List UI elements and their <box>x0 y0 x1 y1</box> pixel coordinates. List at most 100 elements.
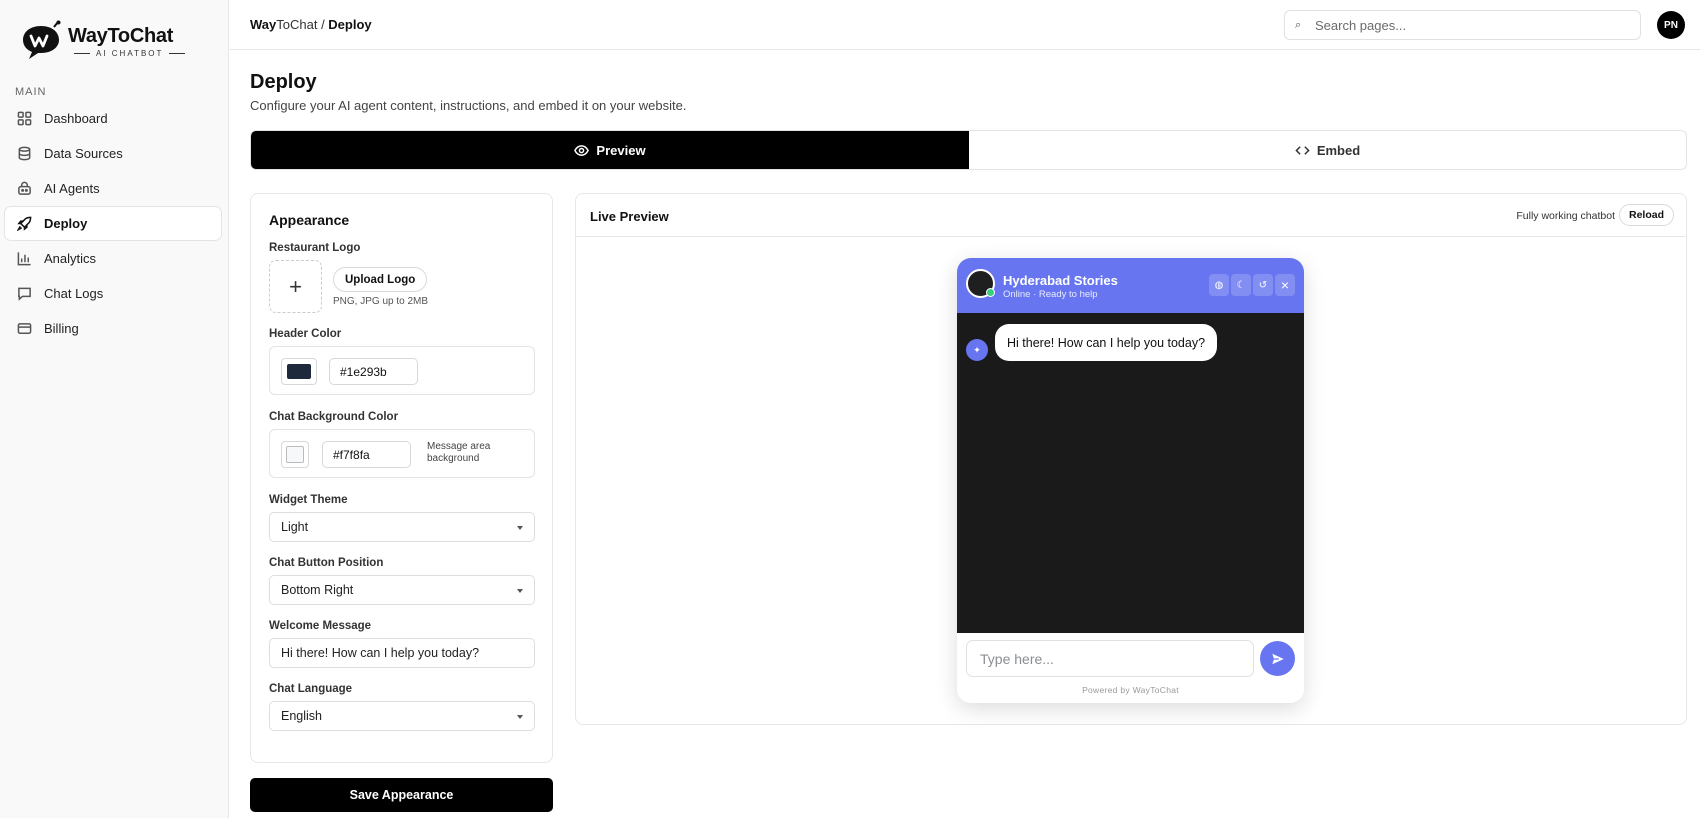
brand-logo[interactable]: WayToChat AI CHATBOT <box>20 20 191 62</box>
widget-message-input[interactable]: Type here... <box>966 640 1254 677</box>
brand-name: WayToChat <box>68 24 174 47</box>
page-title: Deploy <box>250 71 317 93</box>
breadcrumb-root[interactable]: ToChat <box>276 17 317 32</box>
upload-hint: PNG, JPG up to 2MB <box>333 296 429 307</box>
language-select[interactable]: English <box>269 701 535 731</box>
bot-message: Hi there! How can I help you today? <box>995 324 1218 361</box>
sidebar-item-billing[interactable]: Billing <box>4 311 222 346</box>
message-icon <box>18 287 31 301</box>
tab-preview[interactable]: Preview <box>251 131 969 169</box>
position-select[interactable]: Bottom Right <box>269 575 535 605</box>
topbar: WayToChat / Deploy ⌕ PN <box>230 0 1700 50</box>
tab-label: Preview <box>596 142 646 158</box>
brand-tagline: AI CHATBOT <box>96 48 164 58</box>
theme-select[interactable]: Light <box>269 512 535 542</box>
chat-bg-note: Message area background <box>427 441 491 464</box>
welcome-value: Hi there! How can I help you today? <box>281 646 480 660</box>
theme-label: Widget Theme <box>269 494 348 506</box>
header-color-label: Header Color <box>269 328 342 340</box>
grid-icon <box>17 111 32 126</box>
appearance-title: Appearance <box>269 212 350 228</box>
header-color-field: #1e293b <box>269 346 535 395</box>
theme-value: Light <box>281 520 309 534</box>
sidebar: WayToChat AI CHATBOT MAIN Dashboard Data… <box>0 0 229 818</box>
sidebar-item-label: Dashboard <box>44 111 108 126</box>
logo-label: Restaurant Logo <box>269 242 361 254</box>
database-icon <box>18 146 31 161</box>
sidebar-item-deploy[interactable]: Deploy <box>4 206 222 241</box>
sidebar-item-label: Data Sources <box>44 146 123 161</box>
plus-icon: + <box>289 273 302 299</box>
bot-icon <box>18 181 31 195</box>
sidebar-nav: Dashboard Data Sources AI Agents Deploy … <box>4 101 222 346</box>
sidebar-item-label: Billing <box>44 321 79 336</box>
bar-chart-icon <box>17 252 31 266</box>
chat-widget-header: Hyderabad Stories Online · Ready to help… <box>957 258 1304 313</box>
sidebar-item-chat-logs[interactable]: Chat Logs <box>4 276 222 311</box>
breadcrumb-root-bold[interactable]: Way <box>250 17 276 32</box>
moon-icon[interactable]: ☾ <box>1231 274 1251 296</box>
search-input[interactable] <box>1315 17 1615 33</box>
chat-bg-label: Chat Background Color <box>269 411 399 423</box>
send-icon <box>1271 653 1284 664</box>
chat-widget-footer: Type here... Powered by WayToChat <box>957 633 1304 703</box>
logo-dropzone[interactable]: + <box>269 260 322 313</box>
globe-icon[interactable]: ◍ <box>1209 274 1229 296</box>
deploy-tabs: Preview Embed <box>250 130 1687 170</box>
avatar[interactable]: PN <box>1657 11 1685 39</box>
sidebar-item-label: Chat Logs <box>44 286 104 301</box>
live-preview-note: Fully working chatbot <box>1516 210 1615 222</box>
page-subtitle: Configure your AI agent content, instruc… <box>250 98 687 113</box>
chevron-down-icon <box>517 526 523 530</box>
header-color-swatch[interactable] <box>281 358 317 385</box>
appearance-card: Appearance Restaurant Logo + Upload Logo… <box>250 193 553 763</box>
credit-card-icon <box>17 323 32 334</box>
breadcrumb-current: Deploy <box>328 17 372 32</box>
chat-bg-input[interactable]: #f7f8fa <box>322 441 411 468</box>
sidebar-item-dashboard[interactable]: Dashboard <box>4 101 222 136</box>
live-preview-title: Live Preview <box>590 209 669 224</box>
save-appearance-button[interactable]: Save Appearance <box>250 778 553 812</box>
eye-icon <box>574 144 590 156</box>
refresh-icon[interactable]: ↺ <box>1253 274 1273 296</box>
sidebar-item-ai-agents[interactable]: AI Agents <box>4 171 222 206</box>
widget-name: Hyderabad Stories <box>1003 273 1118 288</box>
language-value: English <box>281 709 322 723</box>
sparkle-icon: ✦ <box>966 339 988 361</box>
chat-bg-field: #f7f8fa Message area background <box>269 429 535 478</box>
chat-widget-messages: ✦ Hi there! How can I help you today? <box>957 313 1304 633</box>
waytochat-logo-icon <box>20 20 62 62</box>
sidebar-item-data-sources[interactable]: Data Sources <box>4 136 222 171</box>
welcome-label: Welcome Message <box>269 620 372 632</box>
sidebar-item-label: Analytics <box>44 251 97 266</box>
code-icon <box>1295 145 1310 155</box>
tab-label: Embed <box>1316 142 1361 158</box>
nav-heading: MAIN <box>15 86 47 98</box>
search-box[interactable]: ⌕ <box>1284 10 1641 40</box>
sidebar-item-label: Deploy <box>44 216 88 231</box>
send-button[interactable] <box>1260 641 1295 676</box>
position-value: Bottom Right <box>281 583 354 597</box>
sidebar-item-label: AI Agents <box>44 181 100 196</box>
reload-button[interactable]: Reload <box>1618 204 1674 226</box>
sidebar-item-analytics[interactable]: Analytics <box>4 241 222 276</box>
powered-by: Powered by WayToChat <box>1082 685 1179 695</box>
chevron-down-icon <box>517 589 523 593</box>
widget-status: Online · Ready to help <box>1003 289 1098 300</box>
upload-logo-button[interactable]: Upload Logo <box>333 267 428 292</box>
chat-widget: Hyderabad Stories Online · Ready to help… <box>957 258 1304 703</box>
search-icon: ⌕ <box>1295 18 1302 31</box>
rocket-icon <box>17 216 32 231</box>
header-color-input[interactable]: #1e293b <box>329 358 418 385</box>
position-label: Chat Button Position <box>269 557 384 569</box>
breadcrumb-separator: / <box>317 17 329 32</box>
language-label: Chat Language <box>269 683 353 695</box>
chevron-down-icon <box>517 715 523 719</box>
breadcrumb: WayToChat / Deploy <box>250 17 372 32</box>
close-icon[interactable]: × <box>1275 274 1295 296</box>
chat-bg-swatch[interactable] <box>281 441 309 468</box>
widget-avatar <box>966 269 995 298</box>
tab-embed[interactable]: Embed <box>969 131 1686 169</box>
welcome-input[interactable]: Hi there! How can I help you today? <box>269 638 535 668</box>
live-preview-header: Live Preview Fully working chatbot Reloa… <box>576 194 1686 237</box>
